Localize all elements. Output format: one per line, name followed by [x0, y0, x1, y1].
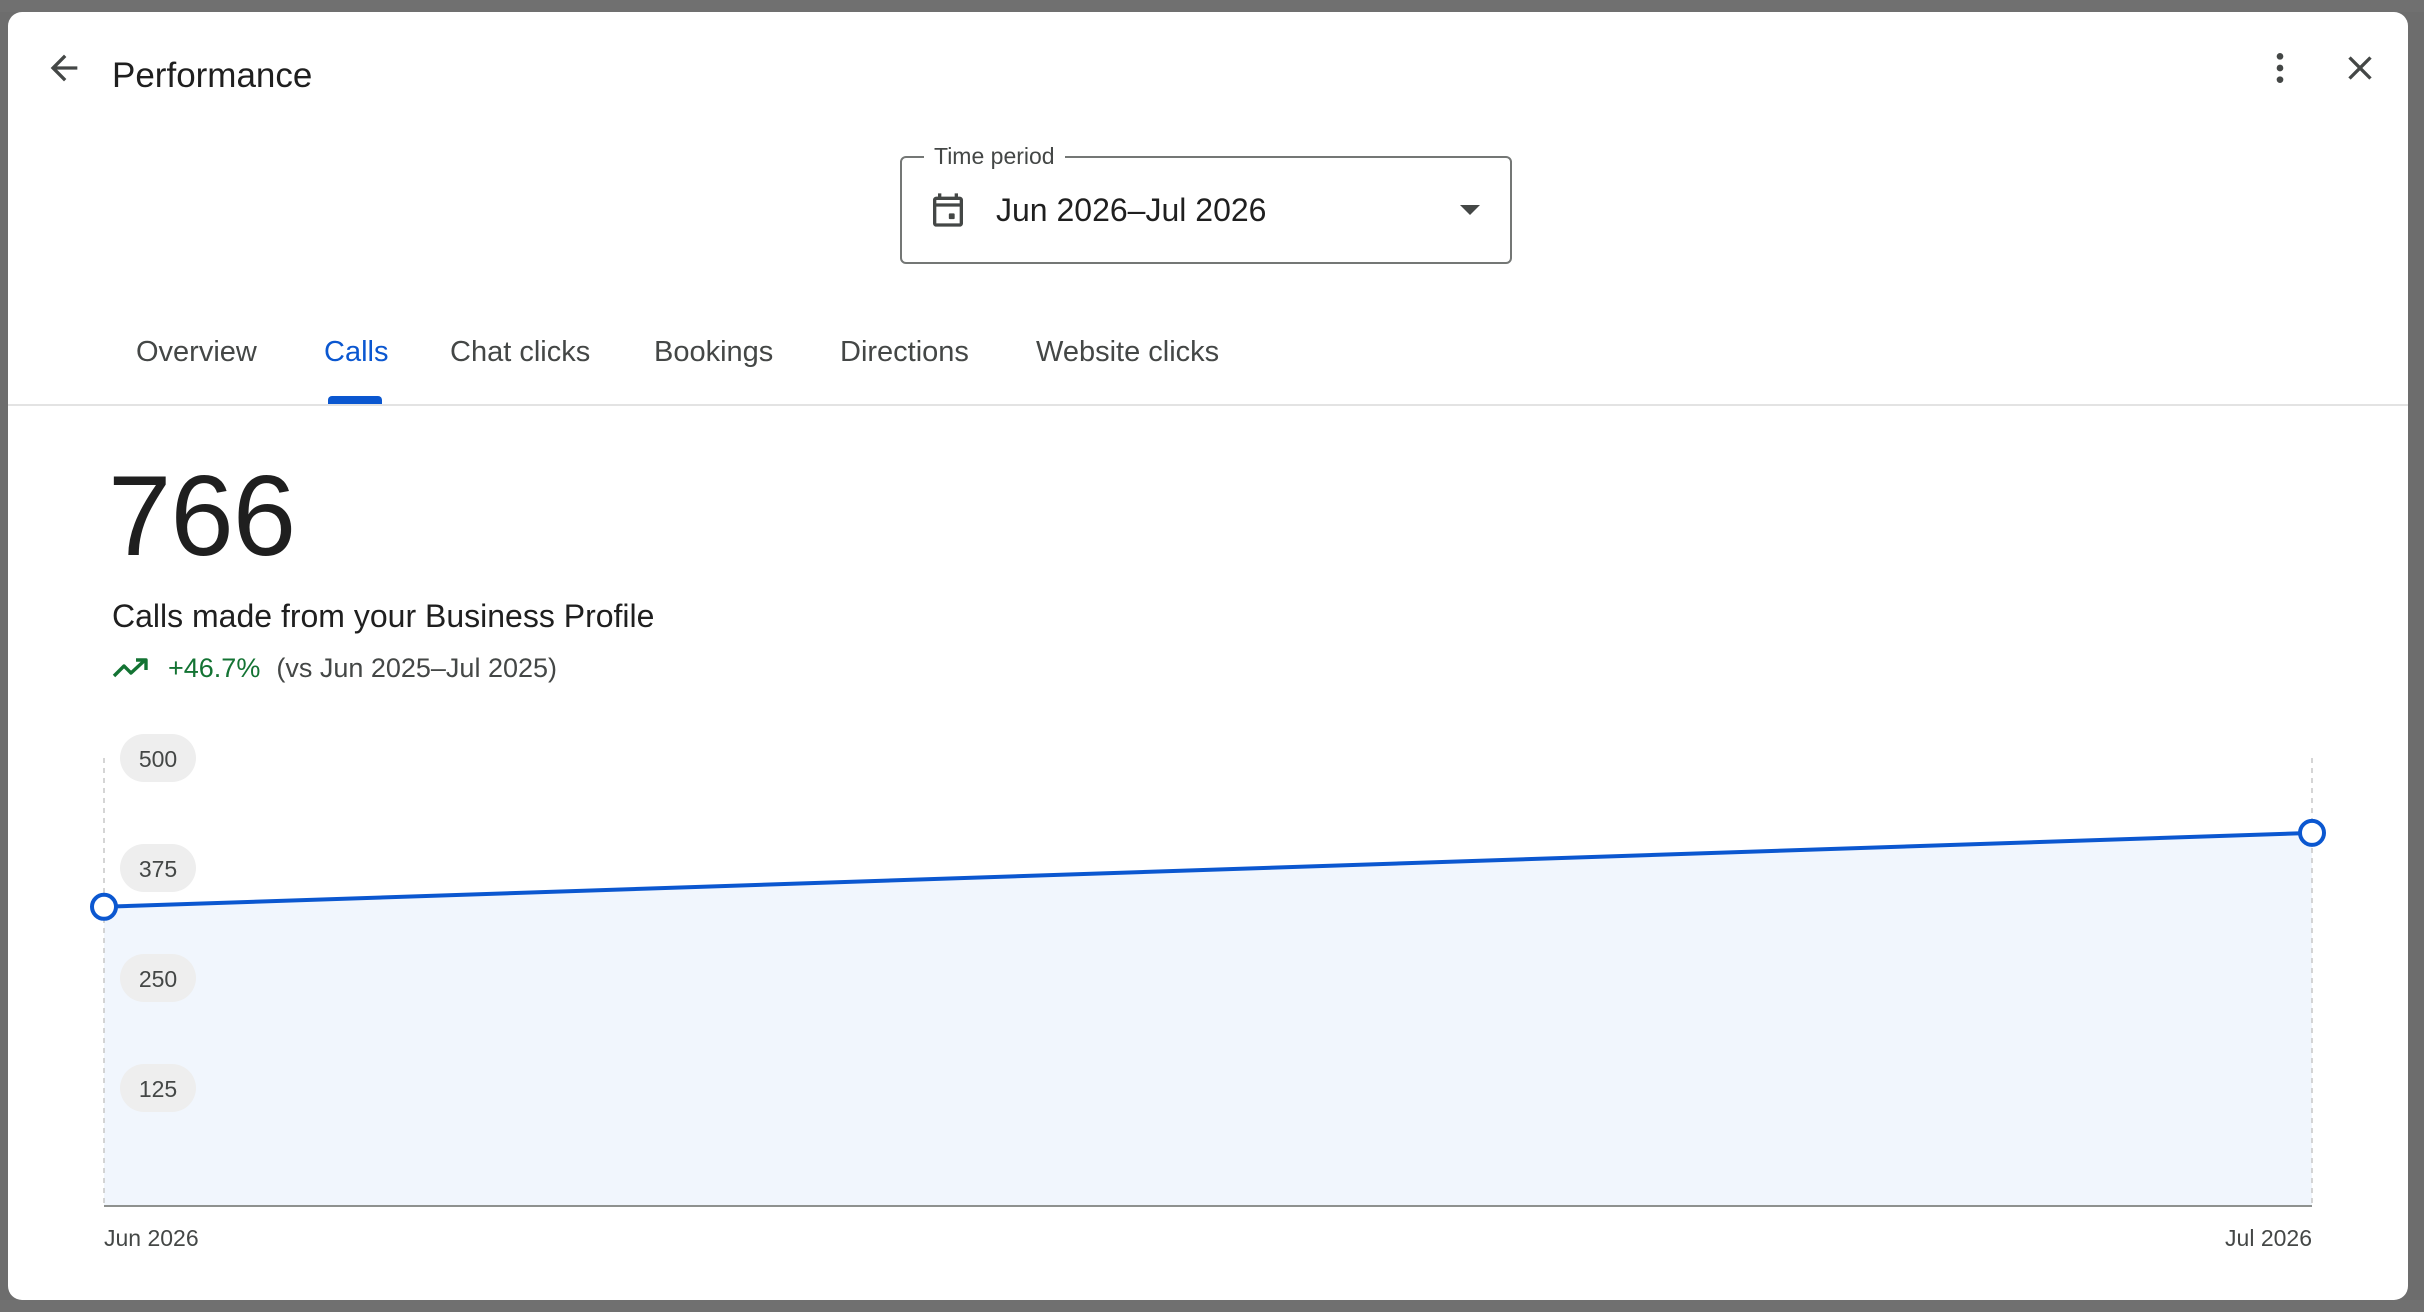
trend-comparison: (vs Jun 2025–Jul 2025)	[276, 653, 558, 683]
trend-row: +46.7% (vs Jun 2025–Jul 2025)	[112, 648, 557, 688]
x-tick-label: Jun 2026	[104, 1225, 199, 1251]
chart-data-point	[2298, 818, 2326, 847]
tab-overview[interactable]: Overview	[136, 334, 257, 370]
time-period-select[interactable]: Time period Jun 2026–Jul 2026	[900, 142, 1512, 264]
active-tab-indicator	[328, 396, 382, 404]
y-tick-label: 125	[139, 1076, 177, 1102]
time-period-label: Time period	[924, 142, 1065, 170]
calendar-icon	[928, 190, 968, 235]
more-options-button[interactable]	[2248, 36, 2312, 100]
close-icon	[2348, 56, 2372, 80]
calls-chart: 125 250 375 500 Jun 2026 Jul 2026	[8, 732, 2408, 1272]
more-vert-icon	[2276, 53, 2284, 83]
dialog-header: Performance	[8, 12, 2408, 142]
back-button[interactable]	[32, 36, 96, 100]
metric-tabs: Overview Calls Chat clicks Bookings Dire…	[8, 312, 2408, 406]
dropdown-arrow-icon	[1458, 202, 1482, 223]
backdrop-bottom	[0, 1300, 2424, 1312]
chart-data-point	[90, 892, 118, 921]
y-tick-label: 500	[139, 746, 177, 772]
calls-chart-svg: 125 250 375 500 Jun 2026 Jul 2026	[90, 734, 2326, 1251]
time-period-value: Jun 2026–Jul 2026	[996, 192, 1267, 228]
x-tick-label: Jul 2026	[2225, 1225, 2312, 1251]
chart-area-fill	[104, 832, 2312, 1206]
tab-directions[interactable]: Directions	[840, 334, 969, 370]
trend-percentage: +46.7%	[168, 653, 261, 683]
page-title: Performance	[112, 56, 313, 95]
tab-calls[interactable]: Calls	[324, 334, 388, 370]
metric-caption: Calls made from your Business Profile	[112, 598, 655, 634]
tab-website-clicks[interactable]: Website clicks	[1036, 334, 1219, 370]
performance-dialog: Performance Time period Jun 2026–Jul 202…	[8, 12, 2408, 1300]
metric-value: 766	[108, 453, 296, 580]
trending-up-icon	[112, 656, 150, 680]
backdrop	[0, 0, 2424, 12]
y-tick-label: 250	[139, 966, 177, 992]
y-tick-label: 375	[139, 856, 177, 882]
tab-chat-clicks[interactable]: Chat clicks	[450, 334, 590, 370]
tab-bookings[interactable]: Bookings	[654, 334, 773, 370]
close-button[interactable]	[2328, 36, 2392, 100]
arrow-back-icon	[50, 54, 78, 82]
